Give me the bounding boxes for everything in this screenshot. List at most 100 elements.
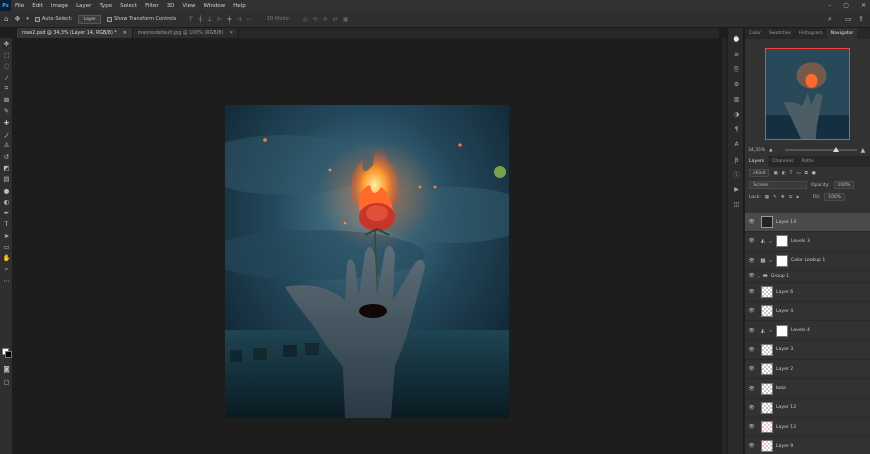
blur-tool-icon[interactable]: ● — [0, 185, 13, 196]
checkbox-box[interactable] — [107, 16, 113, 22]
navigator-view-box[interactable] — [765, 48, 850, 140]
layer-name[interactable]: Layer 4 — [776, 309, 793, 314]
frame-tool-icon[interactable]: ⊠ — [0, 94, 13, 105]
align-right-icon[interactable]: ⊣ — [236, 16, 241, 23]
tab-histogram[interactable]: Histogram — [795, 28, 827, 39]
zoom-slider[interactable] — [784, 147, 857, 152]
hand-tool-icon[interactable]: ✋ — [0, 253, 13, 264]
layer-row[interactable]: 👁︎ Layer 12 — [745, 399, 870, 418]
menu-help[interactable]: Help — [229, 3, 250, 9]
visibility-eye-icon[interactable]: 👁︎ — [745, 424, 758, 430]
quick-mask-icon[interactable]: ◙ — [0, 363, 13, 374]
visibility-eye-icon[interactable]: 👁︎ — [745, 289, 758, 295]
blend-mode-dropdown[interactable]: Screen — [749, 181, 807, 189]
visibility-eye-icon[interactable]: 👁︎ — [745, 443, 758, 449]
opacity-field[interactable]: 100% — [833, 181, 855, 189]
tab-rose2[interactable]: rose2.psd @ 34,3% (Layer 14, RGB/8) * ✕ — [17, 28, 133, 38]
roll-icon[interactable]: ⟲ — [313, 16, 318, 23]
search-icon[interactable]: ⌕ — [828, 15, 832, 24]
actions-icon[interactable]: ▶ — [728, 182, 745, 197]
filter-pixel-icon[interactable]: ▣ — [773, 171, 777, 176]
zoom-tool-icon[interactable]: ⌕ — [0, 264, 13, 275]
visibility-eye-icon[interactable]: 👁︎ — [745, 347, 758, 353]
scale-icon[interactable]: ▣ — [343, 16, 349, 23]
chevron-down-icon[interactable]: ▾ — [26, 16, 29, 22]
close-button[interactable]: ✕ — [861, 2, 866, 9]
layer-row[interactable]: 👁︎ Layer 9 — [745, 437, 870, 454]
layer-name[interactable]: Group 1 — [771, 274, 789, 279]
visibility-eye-icon[interactable]: 👁︎ — [745, 219, 758, 225]
lock-pixels-icon[interactable]: ✎ — [773, 195, 777, 200]
filter-kind-dropdown[interactable]: ⌕ Kind — [749, 169, 770, 177]
background-color-swatch[interactable] — [5, 351, 12, 358]
tab-layers[interactable]: Layers — [745, 156, 769, 167]
filter-shape-icon[interactable]: ▭ — [796, 171, 800, 176]
lasso-tool-icon[interactable]: ◌ — [0, 61, 13, 72]
close-icon[interactable]: ✕ — [123, 31, 127, 36]
layer-name[interactable]: Color Lookup 1 — [791, 258, 825, 263]
slide-icon[interactable]: ⇄ — [333, 16, 338, 23]
menu-view[interactable]: View — [178, 3, 199, 9]
menu-type[interactable]: Type — [95, 3, 116, 9]
canvas-area[interactable] — [14, 38, 722, 454]
menu-layer[interactable]: Layer — [72, 3, 95, 9]
gradient-tool-icon[interactable]: ▤ — [0, 174, 13, 185]
close-icon[interactable]: ✕ — [229, 31, 233, 36]
auto-select-checkbox[interactable]: Auto-Select: — [34, 16, 72, 22]
filter-toggle-icon[interactable]: ● — [812, 171, 816, 176]
marquee-tool-icon[interactable]: ⬚ — [0, 49, 13, 60]
adjustments-icon[interactable]: ◑ — [728, 107, 745, 122]
crop-tool-icon[interactable]: ⌗ — [0, 83, 13, 94]
glyphs-icon[interactable]: Ꞵ — [728, 152, 745, 167]
clone-stamp-icon[interactable]: ♙ — [0, 140, 13, 151]
layer-name[interactable]: Layer 9 — [776, 444, 793, 449]
history-brush-icon[interactable]: ↺ — [0, 151, 13, 162]
checkbox-box[interactable] — [34, 16, 40, 22]
lock-transparent-icon[interactable]: ▦ — [765, 195, 769, 200]
layer-row[interactable]: 👁︎ Layer 6 — [745, 283, 870, 303]
visibility-eye-icon[interactable]: 👁︎ — [745, 328, 758, 334]
layer-name[interactable]: Layer 14 — [776, 220, 796, 225]
layer-comps-icon[interactable]: ◫ — [728, 197, 745, 212]
layer-row[interactable]: 👁︎ ▦ ∞ Color Lookup 1 — [745, 252, 870, 271]
visibility-eye-icon[interactable]: 👁︎ — [745, 238, 758, 244]
layer-row[interactable]: 👁︎ › ▬ Group 1 — [745, 271, 870, 283]
brush-settings-icon[interactable]: ≡ — [728, 47, 745, 62]
mask-thumbnail[interactable] — [776, 254, 788, 267]
info-icon[interactable]: ⓘ — [728, 167, 745, 182]
workspace-icon[interactable]: ▭ — [845, 15, 852, 23]
maximize-button[interactable]: ▢ — [843, 2, 849, 9]
layer-name[interactable]: Levels 3 — [791, 239, 810, 244]
visibility-eye-icon[interactable]: 👁︎ — [745, 405, 758, 411]
distribute-icon[interactable]: ⋯ — [246, 16, 252, 23]
screen-mode-icon[interactable]: ▢ — [0, 376, 13, 387]
mask-thumbnail[interactable] — [776, 324, 788, 337]
auto-select-target-dropdown[interactable]: Layer — [78, 14, 102, 24]
home-icon[interactable]: ⌂ — [4, 15, 8, 23]
show-transform-checkbox[interactable]: Show Transform Controls — [107, 16, 176, 22]
tab-navigator[interactable]: Navigator — [826, 28, 858, 39]
layer-name[interactable]: Layer 12 — [776, 405, 796, 410]
visibility-eye-icon[interactable]: 👁︎ — [745, 308, 758, 314]
brush-tool-icon[interactable]: ノ — [0, 128, 13, 139]
layer-name[interactable]: Layer 6 — [776, 290, 793, 295]
menu-select[interactable]: Select — [116, 3, 141, 9]
tab-swatches[interactable]: Swatches — [765, 28, 795, 39]
link-icon[interactable]: ∞ — [768, 328, 773, 333]
filter-smart-icon[interactable]: ⧉ — [805, 170, 808, 176]
layer-name[interactable]: Levels 4 — [791, 328, 810, 333]
align-left-icon[interactable]: ⊢ — [217, 16, 222, 23]
menu-file[interactable]: File — [11, 3, 28, 9]
layer-row[interactable]: 👁︎ ◭ ∞ Levels 3 — [745, 232, 870, 252]
artwork-image[interactable] — [225, 105, 509, 418]
history-icon[interactable]: ⌚ — [728, 32, 745, 47]
align-bottom-icon[interactable]: ⊥ — [207, 16, 212, 23]
share-icon[interactable]: ⇪ — [858, 15, 864, 23]
layer-name[interactable]: Layer 12 — [776, 425, 796, 430]
zoom-slider-handle[interactable] — [832, 147, 839, 152]
link-icon[interactable]: ∞ — [768, 239, 773, 244]
navigator-preview[interactable] — [765, 48, 850, 140]
layer-name[interactable]: bala — [776, 386, 786, 391]
quick-select-tool-icon[interactable]: ⁄ — [0, 72, 13, 83]
healing-brush-icon[interactable]: ✚ — [0, 117, 13, 128]
